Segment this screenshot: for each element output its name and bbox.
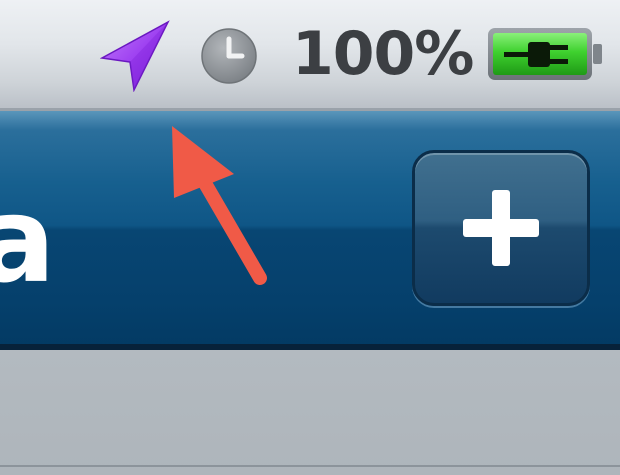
content-divider: [0, 465, 620, 467]
plus-icon: [463, 190, 539, 266]
content-area: [0, 350, 620, 475]
battery-percentage-label: 100%: [292, 19, 474, 89]
annotation-arrow-icon: [172, 126, 267, 285]
battery-charging-icon: [488, 28, 602, 80]
status-bar: 100%: [0, 0, 620, 110]
screenshot-frame: 100% a: [0, 0, 620, 475]
location-services-arrow-icon: [100, 20, 170, 92]
nav-title-fragment: a: [0, 171, 56, 309]
add-button[interactable]: [412, 150, 590, 306]
alarm-clock-icon: [201, 28, 257, 84]
